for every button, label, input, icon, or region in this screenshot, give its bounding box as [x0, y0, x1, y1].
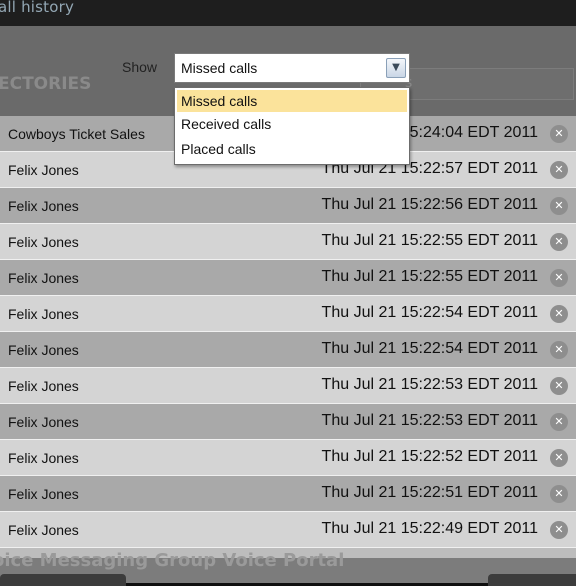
option-placed-calls[interactable]: Placed calls — [175, 137, 409, 162]
call-row[interactable]: Felix Jones Thu Jul 21 15:22:49 EDT 2011… — [0, 512, 576, 548]
footer-background-text: oice Messaging Group Voice Portal — [0, 550, 345, 571]
close-circle-icon[interactable]: ✕ — [550, 269, 568, 287]
call-row[interactable]: Felix Jones Thu Jul 21 15:22:54 EDT 2011… — [0, 332, 576, 368]
call-time: Thu Jul 21 15:22:55 EDT 2011 — [321, 232, 538, 249]
call-row[interactable]: Felix Jones Thu Jul 21 15:22:56 EDT 2011… — [0, 188, 576, 224]
option-missed-calls[interactable]: Missed calls — [177, 90, 407, 112]
call-time: Thu Jul 21 15:22:52 EDT 2011 — [321, 448, 538, 465]
call-list: Cowboys Ticket Sales Thu Jul 21 15:24:04… — [0, 116, 576, 548]
close-circle-icon[interactable]: ✕ — [550, 377, 568, 395]
call-type-select[interactable]: Missed calls ▼ — [174, 53, 410, 83]
caller-name: Felix Jones — [8, 270, 79, 286]
call-time: Thu Jul 21 15:22:53 EDT 2011 — [321, 376, 538, 393]
caller-name: Felix Jones — [8, 306, 79, 322]
close-circle-icon[interactable]: ✕ — [550, 449, 568, 467]
caller-name: Felix Jones — [8, 378, 79, 394]
call-time: Thu Jul 21 15:22:56 EDT 2011 — [321, 196, 538, 213]
option-received-calls[interactable]: Received calls — [175, 112, 409, 137]
close-circle-icon[interactable]: ✕ — [550, 197, 568, 215]
caller-name: Felix Jones — [8, 486, 79, 502]
show-label: Show — [122, 59, 158, 75]
call-row[interactable]: Felix Jones Thu Jul 21 15:22:53 EDT 2011… — [0, 368, 576, 404]
footer-right-button[interactable] — [488, 574, 576, 586]
caller-name: Cowboys Ticket Sales — [8, 126, 145, 142]
window-header: all history — [0, 0, 576, 26]
call-time: Thu Jul 21 15:22:55 EDT 2011 — [321, 268, 538, 285]
directories-tab[interactable]: ECTORIES — [0, 74, 91, 94]
chevron-down-icon[interactable]: ▼ — [386, 58, 406, 78]
close-circle-icon[interactable]: ✕ — [550, 161, 568, 179]
caller-name: Felix Jones — [8, 162, 79, 178]
call-row[interactable]: Felix Jones Thu Jul 21 15:22:52 EDT 2011… — [0, 440, 576, 476]
call-time: Thu Jul 21 15:22:49 EDT 2011 — [321, 520, 538, 537]
call-row[interactable]: Felix Jones Thu Jul 21 15:22:55 EDT 2011… — [0, 260, 576, 296]
close-circle-icon[interactable]: ✕ — [550, 305, 568, 323]
caller-name: Felix Jones — [8, 414, 79, 430]
footer-left-button[interactable] — [0, 574, 126, 586]
call-row[interactable]: Felix Jones Thu Jul 21 15:22:51 EDT 2011… — [0, 476, 576, 512]
close-circle-icon[interactable]: ✕ — [550, 341, 568, 359]
call-row[interactable]: Felix Jones Thu Jul 21 15:22:53 EDT 2011… — [0, 404, 576, 440]
call-time: Thu Jul 21 15:22:51 EDT 2011 — [321, 484, 538, 501]
close-circle-icon[interactable]: ✕ — [550, 485, 568, 503]
call-time: Thu Jul 21 15:22:54 EDT 2011 — [321, 304, 538, 321]
call-type-dropdown-menu: Missed calls Received calls Placed calls — [174, 87, 410, 165]
footer-panel: oice Messaging Group Voice Portal — [0, 548, 576, 586]
caller-name: Felix Jones — [8, 342, 79, 358]
close-circle-icon[interactable]: ✕ — [550, 521, 568, 539]
caller-name: Felix Jones — [8, 522, 79, 538]
call-time: Thu Jul 21 15:22:53 EDT 2011 — [321, 412, 538, 429]
close-circle-icon[interactable]: ✕ — [550, 125, 568, 143]
call-type-selected-value: Missed calls — [181, 60, 258, 76]
window-title: all history — [0, 0, 75, 16]
call-row[interactable]: Felix Jones Thu Jul 21 15:22:55 EDT 2011… — [0, 224, 576, 260]
caller-name: Felix Jones — [8, 198, 79, 214]
call-time: Thu Jul 21 15:22:54 EDT 2011 — [321, 340, 538, 357]
call-row[interactable]: Felix Jones Thu Jul 21 15:22:54 EDT 2011… — [0, 296, 576, 332]
caller-name: Felix Jones — [8, 450, 79, 466]
close-circle-icon[interactable]: ✕ — [550, 233, 568, 251]
close-circle-icon[interactable]: ✕ — [550, 413, 568, 431]
caller-name: Felix Jones — [8, 234, 79, 250]
